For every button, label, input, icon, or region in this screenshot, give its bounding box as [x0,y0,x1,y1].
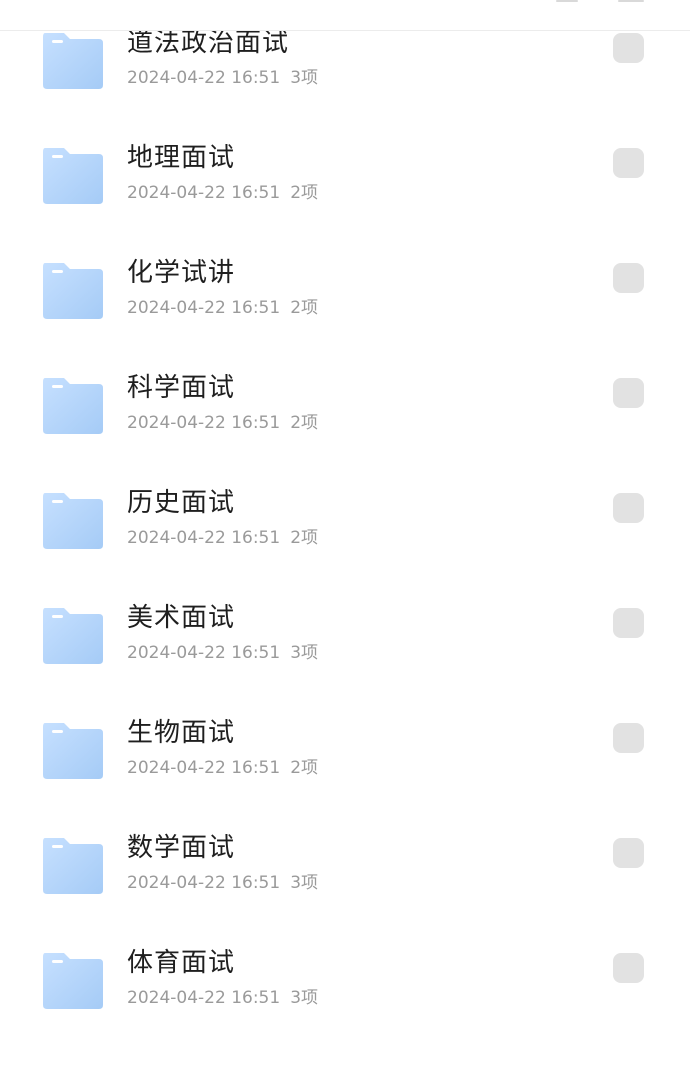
folder-icon [42,376,104,434]
select-checkbox[interactable] [613,378,644,408]
folder-icon [42,606,104,664]
folder-name: 道法政治面试 [127,28,290,58]
folder-name: 科学面试 [127,373,236,403]
list-item[interactable]: 生物面试 2024-04-22 16:51 2项 [0,718,690,836]
folder-item-count: 3项 [290,873,319,893]
select-checkbox[interactable] [613,608,644,638]
folder-item-count: 3项 [290,643,319,663]
folder-date: 2024-04-22 16:51 [127,528,281,548]
folder-meta: 2024-04-22 16:51 3项 [127,872,318,894]
select-checkbox[interactable] [613,838,644,868]
select-checkbox[interactable] [613,953,644,983]
folder-meta: 2024-04-22 16:51 3项 [127,67,318,89]
folder-date: 2024-04-22 16:51 [127,68,281,88]
folder-date: 2024-04-22 16:51 [127,298,281,318]
folder-date: 2024-04-22 16:51 [127,873,281,893]
folder-item-count: 2项 [290,298,319,318]
list-item[interactable]: 科学面试 2024-04-22 16:51 2项 [0,373,690,491]
folder-meta: 2024-04-22 16:51 2项 [127,182,318,204]
select-checkbox[interactable] [613,493,644,523]
folder-meta: 2024-04-22 16:51 3项 [127,987,318,1009]
select-checkbox[interactable] [613,33,644,63]
folder-date: 2024-04-22 16:51 [127,183,281,203]
folder-name: 生物面试 [127,718,236,748]
folder-name: 美术面试 [127,603,236,633]
folder-item-count: 2项 [290,183,319,203]
folder-icon [42,146,104,204]
folder-date: 2024-04-22 16:51 [127,988,281,1008]
folder-date: 2024-04-22 16:51 [127,643,281,663]
folder-meta: 2024-04-22 16:51 3项 [127,642,318,664]
list-item[interactable]: 化学试讲 2024-04-22 16:51 2项 [0,258,690,376]
folder-name: 体育面试 [127,948,236,978]
folder-name: 历史面试 [127,488,236,518]
folder-icon [42,836,104,894]
folder-item-count: 2项 [290,413,319,433]
toolbar-icon-partial[interactable] [618,0,644,2]
folder-item-count: 2项 [290,528,319,548]
list-item[interactable]: 美术面试 2024-04-22 16:51 3项 [0,603,690,721]
folder-icon [42,261,104,319]
folder-item-count: 3项 [290,988,319,1008]
folder-meta: 2024-04-22 16:51 2项 [127,412,318,434]
folder-icon [42,491,104,549]
folder-name: 数学面试 [127,833,236,863]
list-item[interactable]: 数学面试 2024-04-22 16:51 3项 [0,833,690,951]
folder-icon [42,31,104,89]
top-toolbar [0,0,690,31]
folder-meta: 2024-04-22 16:51 2项 [127,757,318,779]
folder-name: 化学试讲 [127,258,236,288]
folder-icon [42,721,104,779]
select-checkbox[interactable] [613,148,644,178]
folder-icon [42,951,104,1009]
folder-date: 2024-04-22 16:51 [127,758,281,778]
select-checkbox[interactable] [613,263,644,293]
list-item[interactable]: 体育面试 2024-04-22 16:51 3项 [0,948,690,1066]
folder-meta: 2024-04-22 16:51 2项 [127,527,318,549]
list-item[interactable]: 道法政治面试 2024-04-22 16:51 3项 [0,28,690,146]
list-item[interactable]: 历史面试 2024-04-22 16:51 2项 [0,488,690,606]
folder-date: 2024-04-22 16:51 [127,413,281,433]
toolbar-icon-partial[interactable] [556,0,578,2]
folder-name: 地理面试 [127,143,236,173]
select-checkbox[interactable] [613,723,644,753]
folder-item-count: 2项 [290,758,319,778]
folder-meta: 2024-04-22 16:51 2项 [127,297,318,319]
folder-list: 道法政治面试 2024-04-22 16:51 3项 地理面试 2024-04-2… [0,0,690,1056]
list-item[interactable]: 地理面试 2024-04-22 16:51 2项 [0,143,690,261]
folder-item-count: 3项 [290,68,319,88]
